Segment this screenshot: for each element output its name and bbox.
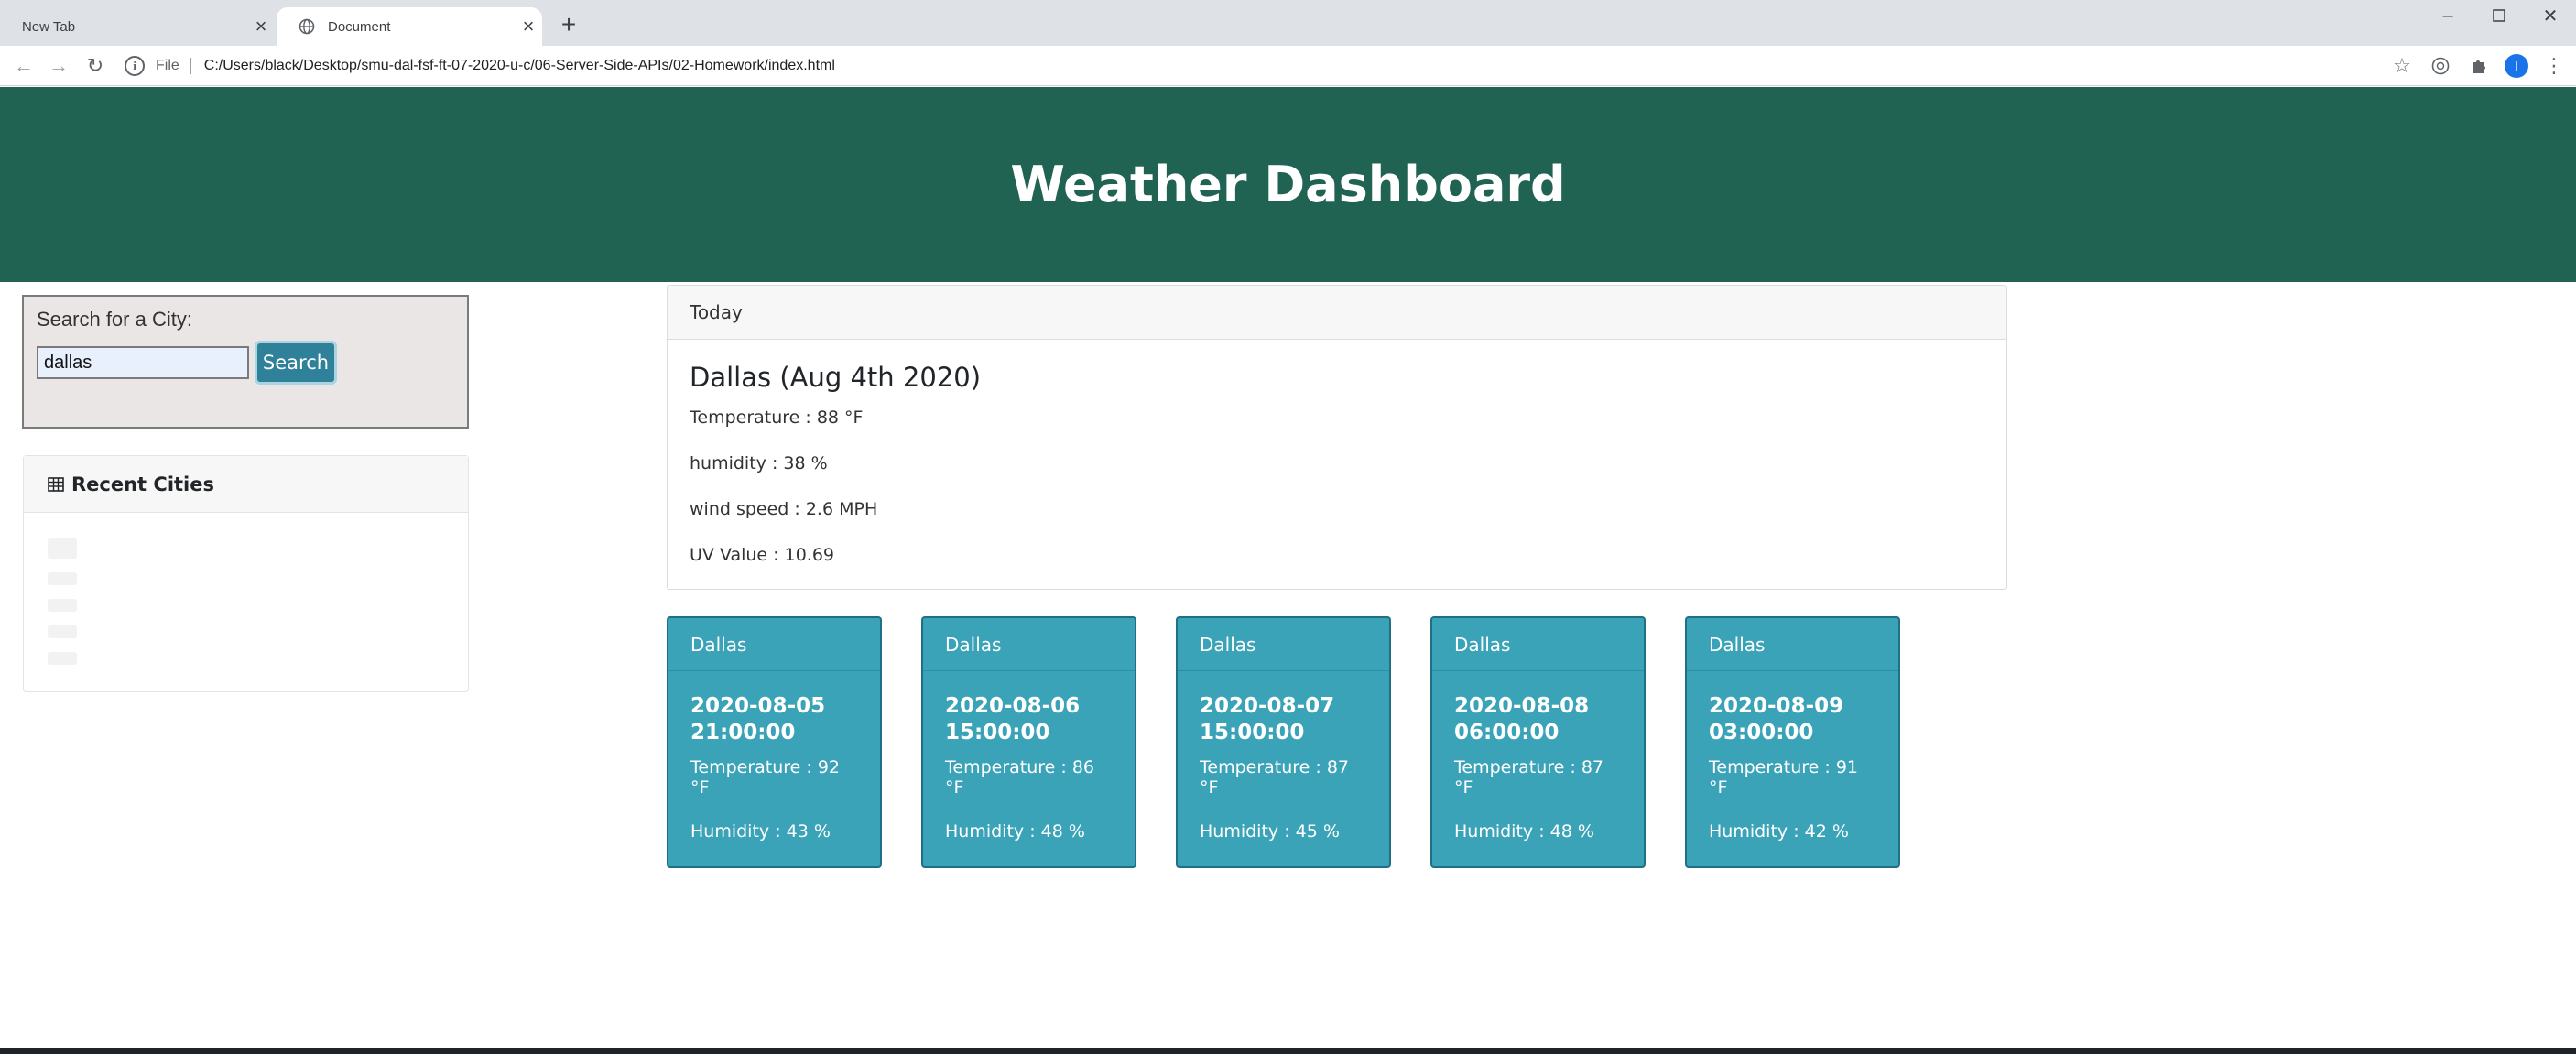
forecast-card: Dallas 2020-08-05 21:00:00 Temperature : …: [667, 616, 882, 868]
forecast-datetime: 2020-08-09 03:00:00: [1709, 693, 1876, 746]
browser-toolbar: ← → ↻ i File C:/Users/black/Desktop/smu-…: [0, 46, 2576, 86]
tab-title: New Tab: [22, 18, 76, 35]
browser-tab-document[interactable]: Document ×: [277, 7, 542, 46]
forecast-date: 2020-08-05: [690, 694, 826, 718]
forecast-temperature: Temperature : 86 °F: [945, 757, 1095, 798]
search-panel: Search for a City: Search: [22, 295, 469, 429]
forecast-city: Dallas: [1432, 618, 1644, 671]
today-humidity: humidity : 38 %: [690, 453, 828, 473]
forecast-city: Dallas: [668, 618, 880, 671]
forecast-time: 21:00:00: [690, 721, 796, 744]
window-controls: – ✕: [2422, 0, 2576, 31]
browser-tab-bar: New Tab × Document × + – ✕: [0, 0, 2576, 46]
forecast-temperature: Temperature : 87 °F: [1454, 757, 1604, 798]
forecast-card: Dallas 2020-08-09 03:00:00 Temperature : …: [1685, 616, 1900, 868]
browser-tab-new-tab[interactable]: New Tab ×: [0, 7, 275, 46]
forecast-city: Dallas: [923, 618, 1135, 671]
forecast-body: 2020-08-07 15:00:00 Temperature : 87 °F H…: [1178, 671, 1389, 842]
reload-icon[interactable]: ↻: [82, 53, 108, 79]
info-icon[interactable]: i: [125, 56, 145, 76]
forecast-time: 15:00:00: [1200, 721, 1305, 744]
puzzle-icon[interactable]: [2466, 53, 2492, 79]
address-scheme-label: File: [156, 58, 191, 74]
forecast-time: 15:00:00: [945, 721, 1050, 744]
forecast-datetime: 2020-08-05 21:00:00: [690, 693, 858, 746]
taskbar-edge: [0, 1048, 2576, 1054]
recent-city-button[interactable]: [48, 652, 77, 665]
close-icon[interactable]: ×: [247, 16, 275, 37]
forecast-humidity: Humidity : 48 %: [1454, 821, 1594, 842]
window-close-icon[interactable]: ✕: [2525, 0, 2576, 31]
recent-city-button[interactable]: [48, 625, 77, 638]
globe-icon: [299, 18, 315, 35]
close-icon[interactable]: ×: [515, 16, 542, 37]
profile-avatar[interactable]: I: [2505, 54, 2528, 78]
today-card-body: Dallas (Aug 4th 2020) Temperature : 88 °…: [668, 340, 2006, 613]
today-city-date: Dallas (Aug 4th 2020): [690, 362, 982, 393]
forecast-time: 03:00:00: [1709, 721, 1814, 744]
forecast-date: 2020-08-06: [945, 694, 1081, 718]
page-header: Weather Dashboard: [0, 87, 2576, 282]
recent-cities-title: Recent Cities: [71, 473, 214, 495]
forecast-date: 2020-08-07: [1200, 694, 1335, 718]
toolbar-actions: ☆ I ⋮: [2389, 53, 2567, 79]
forecast-body: 2020-08-09 03:00:00 Temperature : 91 °F H…: [1687, 671, 1898, 842]
maximize-icon[interactable]: [2473, 0, 2525, 31]
minimize-icon[interactable]: –: [2422, 0, 2473, 31]
today-wind-speed: wind speed : 2.6 MPH: [690, 499, 878, 519]
forecast-city: Dallas: [1178, 618, 1389, 671]
tab-title: Document: [328, 18, 391, 35]
search-label: Search for a City:: [37, 308, 192, 331]
back-arrow-icon[interactable]: ←: [11, 53, 37, 79]
forecast-humidity: Humidity : 42 %: [1709, 821, 1849, 842]
search-row: Search: [37, 341, 337, 385]
recent-cities-panel: Recent Cities: [23, 455, 469, 692]
forecast-card: Dallas 2020-08-07 15:00:00 Temperature : …: [1176, 616, 1391, 868]
forecast-temperature: Temperature : 87 °F: [1200, 757, 1350, 798]
forecast-humidity: Humidity : 43 %: [690, 821, 831, 842]
recent-city-button[interactable]: [48, 572, 77, 585]
forecast-time: 06:00:00: [1454, 721, 1560, 744]
today-uv-index: UV Value : 10.69: [690, 545, 834, 565]
page-title: Weather Dashboard: [1010, 156, 1566, 213]
forecast-body: 2020-08-06 15:00:00 Temperature : 86 °F H…: [923, 671, 1135, 842]
extension-icon[interactable]: [2428, 53, 2453, 79]
today-temperature: Temperature : 88 °F: [690, 407, 864, 428]
search-button[interactable]: Search: [255, 341, 337, 385]
forecast-card: Dallas 2020-08-08 06:00:00 Temperature : …: [1430, 616, 1646, 868]
forecast-datetime: 2020-08-08 06:00:00: [1454, 693, 1622, 746]
forecast-date: 2020-08-08: [1454, 694, 1590, 718]
more-menu-icon[interactable]: ⋮: [2541, 53, 2567, 79]
forecast-city: Dallas: [1687, 618, 1898, 671]
address-url[interactable]: C:/Users/black/Desktop/smu-dal-fsf-ft-07…: [204, 58, 835, 74]
forecast-temperature: Temperature : 92 °F: [690, 757, 841, 798]
forecast-datetime: 2020-08-07 15:00:00: [1200, 693, 1367, 746]
bookmark-star-icon[interactable]: ☆: [2389, 53, 2415, 79]
forward-arrow-icon[interactable]: →: [46, 53, 71, 79]
today-card-header: Today: [668, 286, 2006, 340]
forecast-temperature: Temperature : 91 °F: [1709, 757, 1859, 798]
forecast-humidity: Humidity : 48 %: [945, 821, 1085, 842]
recent-cities-list: [24, 513, 468, 665]
address-bar[interactable]: i File C:/Users/black/Desktop/smu-dal-fs…: [125, 51, 2414, 81]
forecast-body: 2020-08-08 06:00:00 Temperature : 87 °F H…: [1432, 671, 1644, 842]
forecast-date: 2020-08-09: [1709, 694, 1844, 718]
forecast-humidity: Humidity : 45 %: [1200, 821, 1340, 842]
forecast-body: 2020-08-05 21:00:00 Temperature : 92 °F H…: [668, 671, 880, 842]
forecast-card: Dallas 2020-08-06 15:00:00 Temperature : …: [921, 616, 1136, 868]
recent-cities-header: Recent Cities: [24, 456, 468, 513]
city-search-input[interactable]: [37, 346, 249, 379]
today-weather-card: Today Dallas (Aug 4th 2020) Temperature …: [667, 285, 2007, 590]
table-icon: [48, 476, 64, 492]
recent-city-button[interactable]: [48, 599, 77, 612]
forecast-datetime: 2020-08-06 15:00:00: [945, 693, 1113, 746]
recent-city-button[interactable]: [48, 538, 77, 559]
new-tab-button[interactable]: +: [555, 11, 582, 38]
